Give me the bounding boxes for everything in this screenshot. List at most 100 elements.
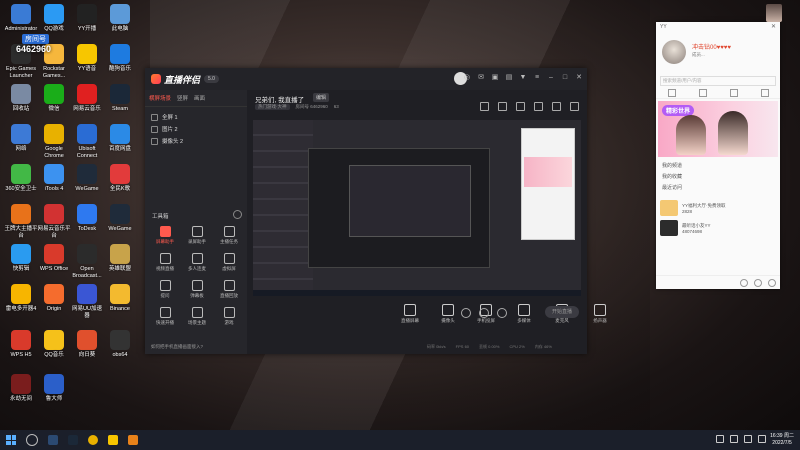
desktop-icon[interactable]: 永劫无间 <box>4 374 38 403</box>
desktop-icon[interactable]: 网易UU加速器 <box>70 284 104 319</box>
close-icon[interactable]: ✕ <box>575 74 583 82</box>
list-item[interactable]: YY福利大厅·免费领取 2828 <box>656 198 780 218</box>
desktop-icon[interactable]: YY开播 <box>70 4 104 33</box>
tool-button[interactable]: 屏幕助手 <box>149 226 181 245</box>
desktop-icon[interactable]: Open Broadcast... <box>70 244 104 279</box>
search-input[interactable]: 搜索频道/用户/内容 <box>660 76 776 86</box>
yy-icon[interactable] <box>108 435 118 445</box>
beauty-icon[interactable] <box>479 308 489 318</box>
desktop-icon[interactable]: 英雄联盟 <box>103 244 137 273</box>
video-icon[interactable] <box>754 278 762 287</box>
screenshot-icon[interactable] <box>516 102 525 111</box>
yy-banner[interactable]: 精彩世界 <box>658 101 778 157</box>
desktop-icon[interactable]: 全民K歌 <box>103 164 137 193</box>
desktop-icon[interactable]: YY语音 <box>70 44 104 73</box>
tool-button[interactable]: 录屏助手 <box>181 226 213 245</box>
desktop-icon[interactable]: obs64 <box>103 330 137 359</box>
camera-icon[interactable] <box>461 308 471 318</box>
message-icon[interactable]: ▤ <box>505 74 513 82</box>
menu-my-channels[interactable]: 我的频道 <box>662 161 774 172</box>
eye-icon[interactable] <box>151 113 158 121</box>
shirt-icon[interactable]: ▼ <box>519 74 527 82</box>
tool-button[interactable]: 主播任务 <box>213 226 245 245</box>
volume-icon[interactable] <box>744 435 752 443</box>
headset-icon[interactable]: ◎ <box>463 74 471 82</box>
desktop-icon[interactable]: WPS H5 <box>4 330 38 359</box>
tab-landscape[interactable]: 横屏场景 <box>149 94 171 102</box>
edit-title-button[interactable]: 编辑 <box>313 93 330 102</box>
desktop-icon[interactable]: 网易云音乐平台 <box>37 204 71 239</box>
desktop-icon[interactable]: 王牌大主播平台 <box>4 204 38 239</box>
eye-icon[interactable] <box>151 137 158 145</box>
desktop-icon[interactable]: iTools 4 <box>37 164 71 193</box>
tool-button[interactable]: 游戏 <box>213 307 245 326</box>
tool-button[interactable]: 视频直播 <box>149 253 181 272</box>
minimize-icon[interactable]: – <box>547 74 555 82</box>
tab-portrait[interactable]: 竖屏 <box>177 94 188 102</box>
tool-button[interactable]: 多人连麦 <box>181 253 213 272</box>
desktop-icon[interactable]: 此电脑 <box>103 4 137 33</box>
desktop-icon[interactable]: 回收站 <box>4 84 38 113</box>
desktop-icon[interactable]: 快剪辑 <box>4 244 38 273</box>
stream-preview[interactable] <box>253 120 581 296</box>
scene-item[interactable]: 摄像头 2 <box>151 135 241 147</box>
settings-icon[interactable] <box>768 278 776 287</box>
desktop-icon[interactable]: 向日葵 <box>70 330 104 359</box>
desktop-icon[interactable]: Steam <box>103 84 137 113</box>
lock-icon[interactable] <box>498 102 507 111</box>
live-companion-icon[interactable] <box>128 435 138 445</box>
network-icon[interactable] <box>730 435 738 443</box>
tool-button[interactable]: 直播回放 <box>213 280 245 299</box>
desktop-icon[interactable]: 网络 <box>4 124 38 153</box>
tool-button[interactable]: 提问 <box>149 280 181 299</box>
tool-button[interactable]: 快速开播 <box>149 307 181 326</box>
desktop-icon[interactable]: Binance <box>103 284 137 313</box>
desktop-icon[interactable]: Google Chrome <box>37 124 71 159</box>
version-badge[interactable]: 5.0 <box>204 75 219 83</box>
mail-icon[interactable]: ✉ <box>477 74 485 82</box>
gift-icon[interactable]: ▣ <box>491 74 499 82</box>
start-button[interactable] <box>6 435 16 445</box>
chevron-up-icon[interactable] <box>716 435 724 443</box>
settings-icon[interactable] <box>497 308 507 318</box>
input-method-icon[interactable] <box>758 435 766 443</box>
bell-icon[interactable] <box>552 102 561 111</box>
mobile-tip-link[interactable]: 如何把手机直播画面接入? <box>151 344 203 350</box>
desktop-icon[interactable]: 百度网盘 <box>103 124 137 153</box>
desktop-icon[interactable]: Origin <box>37 284 71 313</box>
share-icon[interactable] <box>570 102 579 111</box>
source-control-button[interactable]: 多媒体 <box>511 304 537 324</box>
tab-canvas[interactable]: 画面 <box>194 94 205 102</box>
desktop-icon[interactable]: WPS Office <box>37 244 71 273</box>
desktop-icon[interactable]: QQ游戏 <box>37 4 71 33</box>
start-live-button[interactable]: 开始直播 <box>545 306 579 318</box>
desktop-icon[interactable]: Administrator <box>4 4 38 33</box>
channel-icon[interactable] <box>729 89 738 97</box>
game-icon[interactable] <box>760 89 769 97</box>
tool-button[interactable]: 弹幕板 <box>181 280 213 299</box>
desktop-icon[interactable]: WeGame <box>103 204 137 233</box>
tool-button[interactable]: 虚拟屏 <box>213 253 245 272</box>
task-view-icon[interactable] <box>48 435 58 445</box>
tool-button[interactable]: 场景主题 <box>181 307 213 326</box>
desktop-icon[interactable]: Ubisoft Connect <box>70 124 104 159</box>
desktop-icon[interactable]: 鲁大师 <box>37 374 71 403</box>
people-icon[interactable] <box>698 89 707 97</box>
desktop-icon[interactable]: 微信 <box>37 84 71 113</box>
steam-icon[interactable] <box>68 435 78 445</box>
list-item[interactable]: 最听话小友YY 48074698 <box>656 218 780 238</box>
scene-item[interactable]: 图片 2 <box>151 123 241 135</box>
clock[interactable]: 16:39 周二 2022/7/5 <box>770 433 794 447</box>
close-icon[interactable]: ✕ <box>771 23 776 30</box>
category-badge[interactable]: 热门游戏·大神 <box>255 104 290 110</box>
menu-recent[interactable]: 最近访问 <box>662 183 774 194</box>
scene-item[interactable]: 全屏 1 <box>151 111 241 123</box>
desktop-avatar-icon[interactable] <box>766 4 782 22</box>
avatar[interactable] <box>662 40 686 64</box>
yy-username[interactable]: 冲击钻00♥♥♥♥ <box>692 42 731 51</box>
desktop-icon[interactable]: 雷电多开器4 <box>4 284 38 313</box>
desktop-icon[interactable]: QQ音乐 <box>37 330 71 359</box>
source-control-button[interactable]: 摄像头 <box>435 304 461 324</box>
desktop-icon[interactable]: ToDesk <box>70 204 104 233</box>
record-icon[interactable] <box>534 102 543 111</box>
